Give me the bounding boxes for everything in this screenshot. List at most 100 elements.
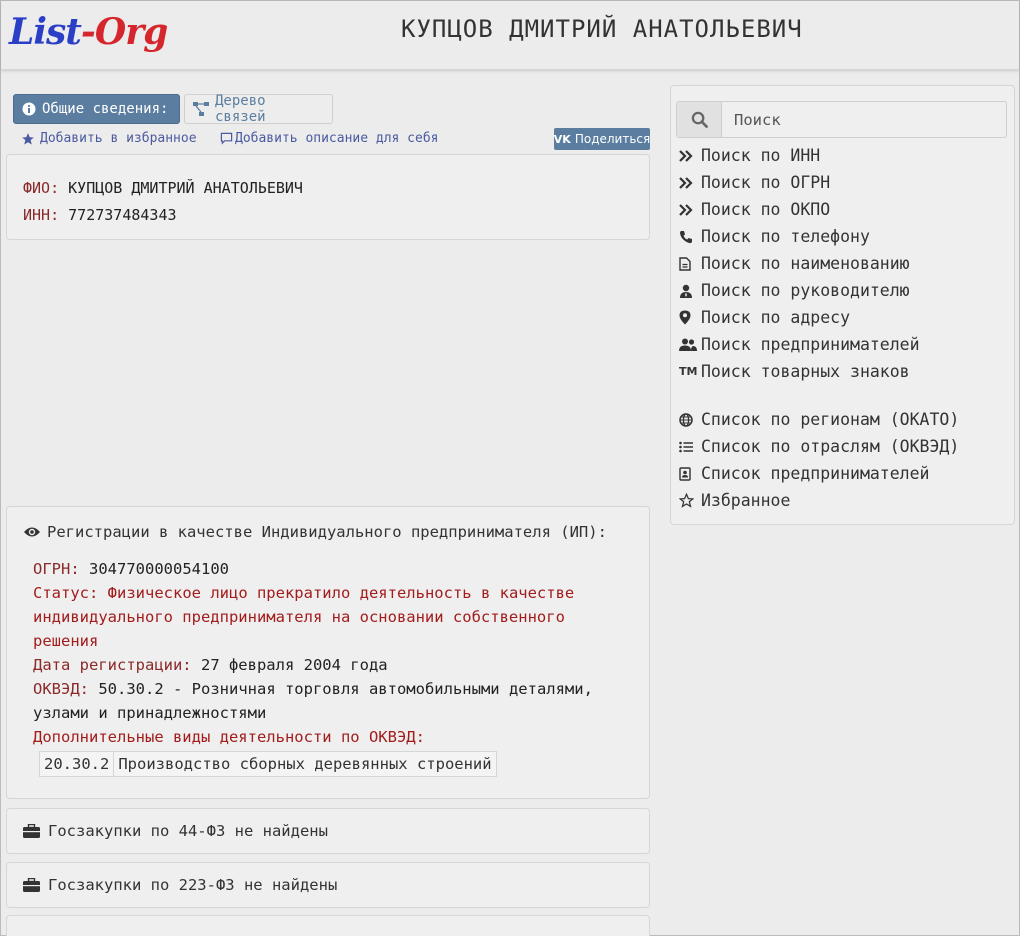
logo-separator: - [80,11,96,53]
search-button[interactable] [677,102,722,137]
contact-card-icon [679,466,701,481]
procurement-44fz-text: Госзакупки по 44-ФЗ не найдены [48,822,328,840]
ogrn-label: ОГРН: [33,560,80,578]
okved-label: ОКВЭД: [33,680,89,698]
star-icon [21,132,35,146]
sidebar-item-label: Поиск предпринимателей [701,335,920,354]
search-menu: Поиск по ИНН Поиск по ОГРН Поиск по ОКПО… [679,142,1006,514]
okved-row: ОКВЭД: 50.30.2 - Розничная торговля авто… [33,677,633,701]
star-outline-icon [679,493,701,508]
trademark-icon: TM [679,365,698,378]
tree-icon [193,102,209,116]
add-favorite-label: Добавить в избранное [40,131,197,146]
sidebar-item-search-inn[interactable]: Поиск по ИНН [679,142,1006,169]
next-section-card [6,915,650,936]
sidebar-item-search-phone[interactable]: Поиск по телефону [679,223,1006,250]
sidebar-item-label: Список по отраслям (ОКВЭД) [701,437,960,456]
add-description-label: Добавить описание для себя [235,131,439,146]
share-label: Поделиться [574,132,651,146]
ogrn-value: 304770000054100 [89,560,229,578]
status-value-line2: индивидуального предпринимателя на основ… [33,608,565,626]
vk-share-button[interactable]: VK Поделиться [554,128,650,150]
search-icon [691,111,708,128]
sidebar-item-search-ogrn[interactable]: Поиск по ОГРН [679,169,1006,196]
sidebar-item-label: Поиск по ОГРН [701,173,831,192]
status-value-line1: Физическое лицо прекратило деятельность … [107,584,575,602]
double-chevron-icon [679,149,701,162]
sidebar-item-label: Поиск по ОКПО [701,200,831,219]
sidebar-item-favorites[interactable]: Избранное [679,487,1006,514]
user-tie-icon [679,284,701,298]
sidebar-item-search-trademarks[interactable]: TM Поиск товарных знаков [679,358,1006,385]
inn-row: ИНН: 772737484343 [23,202,633,229]
search-box [676,101,1007,138]
logo-part-list: List [9,11,82,53]
sidebar-item-search-name[interactable]: Поиск по наименованию [679,250,1006,277]
sidebar-item-label: Избранное [701,491,791,510]
list-icon [679,441,701,453]
sidebar-item-search-address[interactable]: Поиск по адресу [679,304,1006,331]
person-info-card: ФИО: КУПЦОВ ДМИТРИЙ АНАТОЛЬЕВИЧ ИНН: 772… [6,154,650,240]
site-logo[interactable]: List-Org [9,11,168,53]
menu-spacer [679,385,1006,406]
sidebar-item-list-entrepreneurs[interactable]: Список предпринимателей [679,460,1006,487]
search-input[interactable] [722,102,1006,137]
briefcase-icon [23,824,40,838]
registration-heading-text: Регистрации в качестве Индивидуального п… [47,523,607,541]
extra-okved-name: Производство сборных деревянных строений [118,755,492,773]
page-title: КУПЦОВ ДМИТРИЙ АНАТОЛЬЕВИЧ [401,15,803,43]
sidebar-item-label: Поиск по наименованию [701,254,910,273]
sidebar-item-search-director[interactable]: Поиск по руководителю [679,277,1006,304]
info-icon [22,102,36,116]
extra-okved-label: Дополнительные виды деятельности по ОКВЭ… [33,728,425,746]
registration-heading: Регистрации в качестве Индивидуального п… [23,523,633,541]
sidebar-item-label: Список по регионам (ОКАТО) [701,410,960,429]
fio-label: ФИО: [23,179,60,197]
sidebar-item-label: Поиск по телефону [701,227,870,246]
globe-icon [679,412,701,427]
reg-date-value: 27 февраля 2004 года [200,656,388,674]
procurement-223fz-text: Госзакупки по 223-ФЗ не найдены [48,876,338,894]
okved-value-line2: узлами и принадлежностями [33,704,267,722]
sidebar-item-label: Список предпринимателей [701,464,930,483]
fio-row: ФИО: КУПЦОВ ДМИТРИЙ АНАТОЛЬЕВИЧ [23,175,633,202]
ogrn-row: ОГРН: 304770000054100 [33,557,633,581]
sidebar: Поиск по ИНН Поиск по ОГРН Поиск по ОКПО… [670,85,1015,525]
sidebar-item-search-entrepreneurs[interactable]: Поиск предпринимателей [679,331,1006,358]
eye-icon [23,525,41,539]
double-chevron-icon [679,176,701,189]
fio-value: КУПЦОВ ДМИТРИЙ АНАТОЛЬЕВИЧ [68,179,303,197]
tab-relations-tree-label: Дерево связей [215,93,266,125]
tab-general-info[interactable]: Общие сведения: [13,94,180,124]
add-favorite-link[interactable]: Добавить в избранное [21,131,197,146]
briefcase-icon [23,878,40,892]
add-description-link[interactable]: Добавить описание для себя [220,131,439,146]
inn-value: 772737484343 [68,206,177,224]
tab-general-info-label: Общие сведения: [42,101,169,117]
sidebar-item-label: Поиск товарных знаков [701,362,910,381]
vk-icon: VK [553,132,571,146]
logo-part-org: Org [94,11,168,53]
status-label: Статус: [33,584,99,602]
sidebar-item-label: Поиск по адресу [701,308,851,327]
registration-details: ОГРН: 304770000054100 Статус: Физическое… [23,557,633,777]
phone-icon [679,230,701,244]
sidebar-item-list-regions[interactable]: Список по регионам (ОКАТО) [679,406,1006,433]
inn-label: ИНН: [23,206,60,224]
comment-icon [220,132,233,145]
map-marker-icon [679,310,701,325]
tab-relations-tree[interactable]: Дерево связей [184,93,333,125]
procurement-44fz-card[interactable]: Госзакупки по 44-ФЗ не найдены [6,808,650,854]
status-row: Статус: Физическое лицо прекратило деяте… [33,581,633,605]
sidebar-item-label: Поиск по руководителю [701,281,910,300]
sidebar-item-search-okpo[interactable]: Поиск по ОКПО [679,196,1006,223]
sidebar-item-list-industries[interactable]: Список по отраслям (ОКВЭД) [679,433,1006,460]
ip-registration-card: Регистрации в качестве Индивидуального п… [6,506,650,799]
okved-value-line1: 50.30.2 - Розничная торговля автомобильн… [98,680,593,698]
procurement-223fz-card[interactable]: Госзакупки по 223-ФЗ не найдены [6,862,650,908]
extra-okved-code[interactable]: 20.30.2 [40,752,115,776]
status-value-line3: решения [33,632,99,650]
reg-date-row: Дата регистрации: 27 февраля 2004 года [33,653,633,677]
document-icon [679,256,701,271]
users-icon [679,338,701,351]
